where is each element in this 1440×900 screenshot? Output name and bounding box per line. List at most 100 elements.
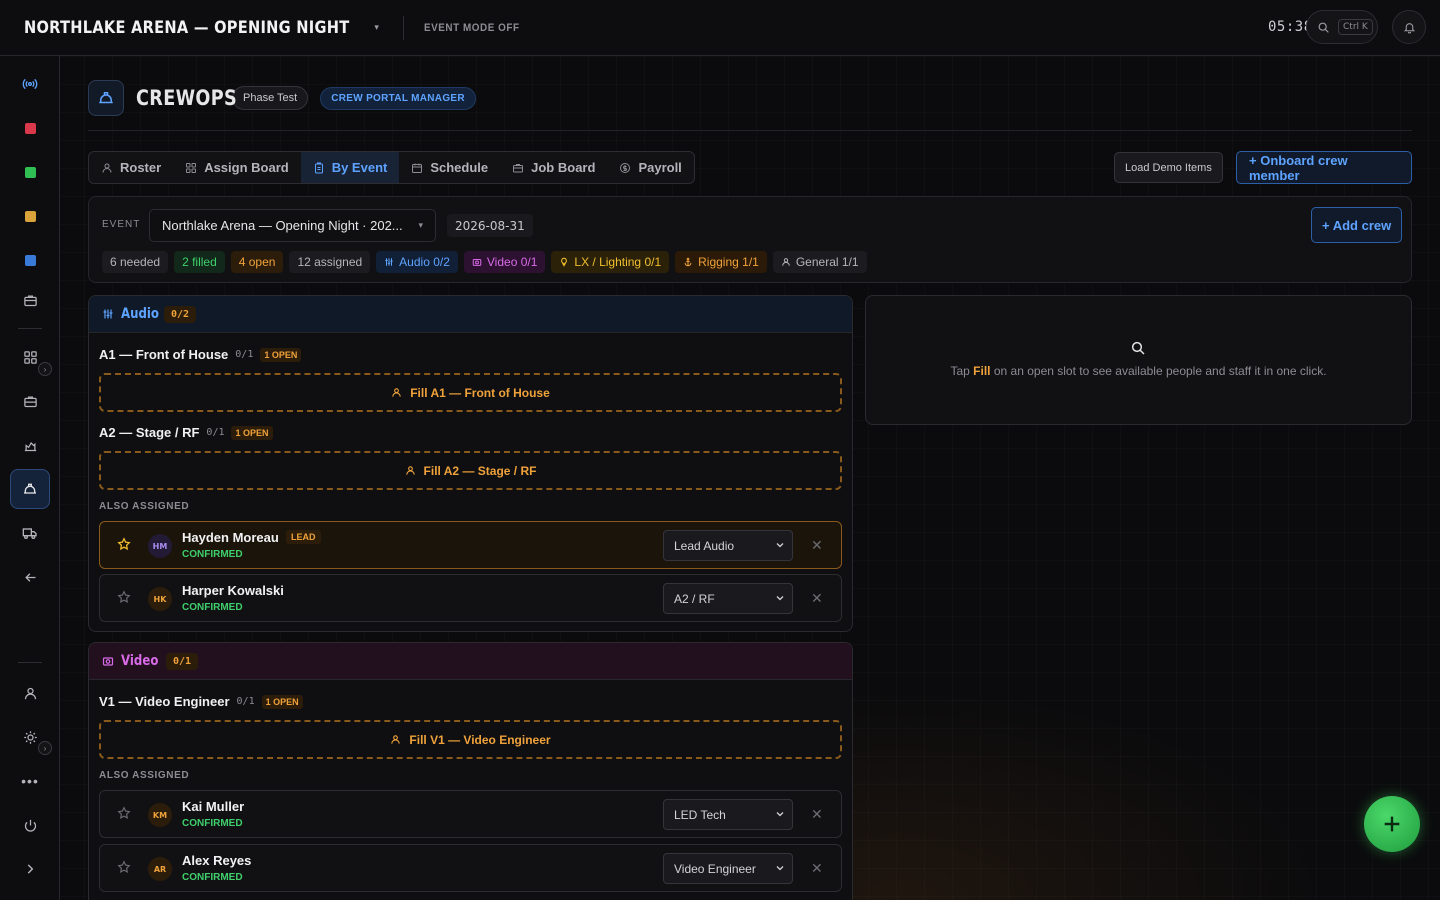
stat-audio[interactable]: Audio 0/2 — [376, 251, 458, 273]
page-title: CREWOPS — [136, 86, 238, 110]
event-mode-toggle[interactable]: EVENT MODE OFF — [424, 22, 520, 34]
chart-icon — [24, 441, 36, 451]
fill-slot-v1-button[interactable]: Fill V1 — Video Engineer — [99, 720, 842, 759]
slot-a2-title: A2 — Stage / RF 0/1 1 OPEN — [99, 425, 273, 440]
crew-name: Hayden Moreau — [182, 530, 279, 545]
chevron-down-icon: ▾ — [418, 220, 423, 230]
grid-icon — [186, 162, 197, 173]
stat-rigging[interactable]: Rigging 1/1 — [675, 251, 767, 273]
star-icon[interactable] — [117, 860, 131, 874]
sidebar-item-profile[interactable] — [10, 673, 50, 713]
sidebar-item-power[interactable] — [10, 805, 50, 845]
top-bar: NORTHLAKE ARENA — OPENING NIGHT ▾ EVENT … — [0, 0, 1440, 56]
crew-status: CONFIRMED — [182, 818, 243, 829]
expand-chevron-icon[interactable]: › — [38, 362, 52, 376]
user-icon — [405, 466, 415, 475]
tab-assign-board[interactable]: Assign Board — [173, 152, 301, 183]
briefcase-icon — [23, 295, 37, 306]
sidebar-item-live[interactable] — [10, 64, 50, 104]
remove-icon[interactable]: ✕ — [811, 860, 823, 877]
role-select-value: Lead Audio — [674, 538, 735, 553]
add-crew-button[interactable]: + Add crew — [1311, 207, 1403, 243]
onboard-crew-button[interactable]: + Onboard crew member — [1236, 151, 1412, 184]
fill-slot-a2-button[interactable]: Fill A2 — Stage / RF — [99, 451, 842, 490]
divider — [402, 15, 404, 40]
avatar: HM — [148, 534, 172, 558]
crewops-logo — [88, 80, 124, 116]
crew-name: Kai Muller — [182, 799, 245, 814]
sliders-icon — [103, 309, 113, 319]
star-icon[interactable] — [117, 806, 131, 820]
notifications-button[interactable] — [1392, 10, 1426, 44]
chevron-down-icon[interactable]: ▾ — [374, 22, 379, 33]
sidebar-item-cases[interactable] — [10, 280, 50, 320]
event-title[interactable]: NORTHLAKE ARENA — OPENING NIGHT — [24, 18, 349, 38]
role-select[interactable]: A2 / RF — [663, 583, 793, 614]
amber-square-icon — [24, 210, 36, 222]
sidebar-item-back[interactable] — [10, 557, 50, 597]
sidebar-item-blue-module[interactable] — [10, 240, 50, 280]
tab-label: Payroll — [638, 160, 682, 175]
open-badge: 1 OPEN — [231, 425, 273, 440]
stat-general[interactable]: General 1/1 — [772, 251, 867, 273]
user-icon — [392, 388, 401, 397]
clock: 05:38 — [1268, 19, 1310, 35]
stat-video[interactable]: Video 0/1 — [463, 251, 546, 273]
role-select[interactable]: Lead Audio — [663, 530, 793, 561]
tab-label: Job Board — [531, 160, 596, 175]
dept-name: Video — [121, 653, 159, 669]
sidebar-item-inventory[interactable] — [10, 381, 50, 421]
add-fab-button[interactable] — [1364, 796, 1420, 852]
dept-audio-header[interactable]: Audio 0/2 — [89, 296, 852, 333]
sun-icon — [23, 730, 37, 744]
star-filled-icon[interactable] — [117, 537, 131, 551]
search-button[interactable]: Ctrl K — [1306, 10, 1378, 44]
hint-post: on an open slot to see available people … — [993, 364, 1327, 378]
tab-schedule[interactable]: Schedule — [399, 152, 500, 183]
fill-slot-label: Fill A1 — Front of House — [410, 385, 550, 400]
tab-job-board[interactable]: Job Board — [500, 152, 607, 183]
expand-chevron-icon[interactable]: › — [38, 741, 52, 755]
role-select[interactable]: Video Engineer — [663, 853, 793, 884]
remove-icon[interactable]: ✕ — [811, 537, 823, 554]
crew-name: Harper Kowalski — [182, 583, 284, 598]
dept-count: 0/2 — [164, 305, 197, 323]
green-square-icon — [24, 166, 36, 178]
tab-label: By Event — [331, 160, 388, 175]
event-panel: EVENT Northlake Arena — Opening Night · … — [88, 196, 1412, 283]
event-label: EVENT — [102, 219, 141, 230]
star-icon[interactable] — [117, 590, 131, 604]
fill-slot-a1-button[interactable]: Fill A1 — Front of House — [99, 373, 842, 412]
stat-lighting[interactable]: LX / Lighting 0/1 — [551, 251, 670, 273]
role-chip: CREW PORTAL MANAGER — [320, 86, 476, 110]
blue-square-icon — [24, 254, 36, 266]
remove-icon[interactable]: ✕ — [811, 806, 823, 823]
sidebar-item-crewops[interactable] — [10, 469, 50, 509]
search-icon — [1318, 22, 1329, 33]
tab-payroll[interactable]: Payroll — [607, 152, 693, 183]
sidebar-item-amber-module[interactable] — [10, 196, 50, 236]
sidebar-item-logistics[interactable] — [10, 513, 50, 553]
load-demo-button[interactable]: Load Demo Items — [1114, 152, 1223, 183]
tab-roster[interactable]: Roster — [89, 152, 173, 183]
remove-icon[interactable]: ✕ — [811, 590, 823, 607]
sidebar-item-reports[interactable] — [10, 425, 50, 465]
avatar: KM — [148, 803, 172, 827]
sidebar-item-green-module[interactable] — [10, 152, 50, 192]
sidebar-item-more[interactable]: ••• — [10, 761, 50, 801]
lead-badge: LEAD — [286, 530, 321, 544]
stat-needed: 6 needed — [102, 251, 169, 273]
tab-bar: Roster Assign Board By Event Schedule Jo… — [88, 151, 695, 184]
slot-ratio: 0/1 — [236, 696, 255, 707]
camera-icon — [102, 657, 114, 666]
role-select[interactable]: LED Tech — [663, 799, 793, 830]
dept-video-header[interactable]: Video 0/1 — [89, 643, 852, 680]
event-select[interactable]: Northlake Arena — Opening Night · 202...… — [149, 209, 436, 242]
sidebar-expand[interactable] — [10, 849, 50, 889]
tab-by-event[interactable]: By Event — [300, 152, 400, 183]
event-select-value: Northlake Arena — Opening Night · 202... — [162, 218, 403, 233]
sidebar-item-red-module[interactable] — [10, 108, 50, 148]
shortcut-hint: Ctrl K — [1338, 19, 1373, 35]
more-icon: ••• — [21, 773, 39, 789]
search-icon — [1131, 341, 1145, 355]
